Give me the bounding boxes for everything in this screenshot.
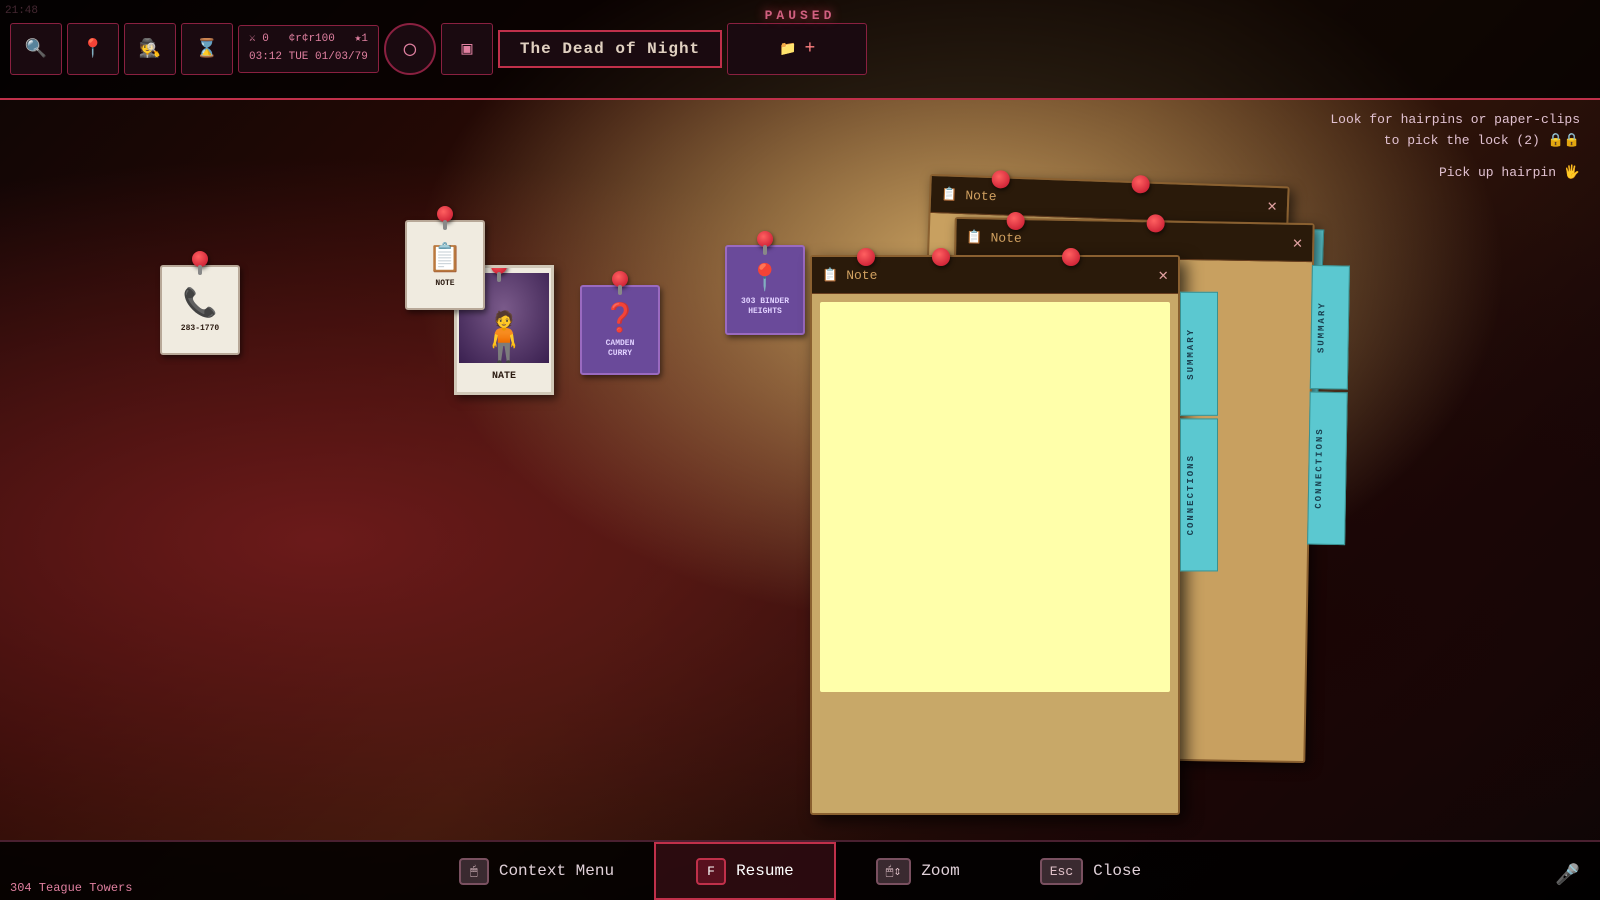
location-text: 304 Teague Towers — [10, 881, 132, 895]
binder-card: 📍 303 BinderHeights — [725, 245, 805, 335]
stat-block: ⚔ 0 ¢r¢r100 ★1 03:12 TUE 01/03/79 — [238, 25, 379, 72]
summary-tab-back1[interactable]: SUMMARY — [1310, 265, 1350, 389]
connections-tab-front[interactable]: CONNECTIONS — [1180, 418, 1218, 571]
binder-icon: 📍 — [749, 263, 781, 294]
key-context-icon: 🖱 — [459, 858, 489, 885]
summary-tab-front[interactable]: SUMMARY — [1180, 292, 1218, 416]
camden-label: CamdenCurry — [603, 339, 638, 358]
camden-node[interactable]: ❓ CamdenCurry — [575, 285, 665, 395]
note-close-back2[interactable]: ✕ — [1267, 196, 1277, 216]
note-close-front[interactable]: ✕ — [1158, 265, 1168, 285]
toolbar: PAUSED 🔍 📍 🕵 ⌛ ⚔ 0 ¢r¢r100 ★1 03:12 TUE … — [0, 0, 1600, 100]
phone-card: 📞 283-1770 — [160, 265, 240, 355]
paused-text: PAUSED — [765, 8, 836, 23]
note-title-back2: Note — [965, 188, 997, 204]
note-icon-back1: 📋 — [966, 230, 982, 245]
note-close-back1[interactable]: ✕ — [1293, 233, 1303, 253]
string-lines — [0, 100, 300, 250]
note1-icon: 📋 — [428, 241, 463, 276]
folder-plus-icon: + — [804, 39, 815, 59]
note1-node[interactable]: 📋 Note — [400, 220, 490, 330]
phone-node[interactable]: 📞 283-1770 — [155, 265, 245, 375]
key-zoom-icon: 🖱⇕ — [876, 858, 912, 885]
camden-card: ❓ CamdenCurry — [580, 285, 660, 375]
pushpin-phone — [192, 251, 208, 267]
key-resume-icon: F — [696, 858, 726, 885]
note-title-front: Note — [846, 268, 877, 283]
note-yellow-content[interactable] — [820, 302, 1170, 692]
pushpin-camden — [612, 271, 628, 287]
phone-icon: 📞 — [183, 286, 218, 321]
binder-node[interactable]: 📍 303 BinderHeights — [720, 245, 810, 355]
folder-button[interactable]: 📁 + — [727, 23, 867, 75]
cork-board: 📞 283-1770 🧍 Nate 📋 Note ❓ CamdenCurry 📍… — [0, 100, 1600, 840]
pushpin-front-c — [1062, 248, 1080, 266]
pushpin-note1 — [437, 206, 453, 222]
note-front-tabs: SUMMARY CONNECTIONS — [1180, 292, 1218, 571]
pushpin-binder — [757, 231, 773, 247]
pushpin-front-a — [857, 248, 875, 266]
map-button[interactable]: 📍 — [67, 23, 119, 75]
camden-icon: ❓ — [603, 301, 638, 336]
microphone-icon: 🎤 — [1555, 862, 1580, 888]
note-back1-tabs: SUMMARY CONNECTIONS — [1307, 265, 1350, 545]
close-button[interactable]: Esc Close — [1000, 842, 1181, 900]
note-panel-front[interactable]: 📋 Note ✕ SUMMARY CONNECTIONS — [810, 255, 1180, 815]
context-menu-label: Context Menu — [499, 862, 614, 880]
note-title-back1: Note — [990, 230, 1021, 246]
pushpin-front-b — [932, 248, 950, 266]
quest-title: The Dead of Night — [498, 30, 722, 68]
circle-button[interactable]: ◯ — [384, 23, 436, 75]
square-button[interactable]: ▣ — [441, 23, 493, 75]
key-close-icon: Esc — [1040, 858, 1083, 885]
close-label: Close — [1093, 862, 1141, 880]
note1-label: Note — [432, 279, 457, 289]
context-menu-button[interactable]: 🖱 Context Menu — [419, 842, 654, 900]
zoom-label: Zoom — [921, 862, 959, 880]
note1-card: 📋 Note — [405, 220, 485, 310]
bottom-bar: 🖱 Context Menu F Resume 🖱⇕ Zoom Esc Clos… — [0, 840, 1600, 900]
resume-button[interactable]: F Resume — [654, 842, 836, 900]
phone-label: 283-1770 — [178, 324, 222, 334]
hourglass-button[interactable]: ⌛ — [181, 23, 233, 75]
search-button[interactable]: 🔍 — [10, 23, 62, 75]
note-icon-front: 📋 — [822, 268, 838, 283]
detective-button[interactable]: 🕵 — [124, 23, 176, 75]
note-icon-back2: 📋 — [941, 187, 958, 203]
resume-label: Resume — [736, 862, 794, 880]
nate-label: Nate — [489, 368, 519, 385]
binder-label: 303 BinderHeights — [738, 297, 792, 316]
connections-tab-back1[interactable]: CONNECTIONS — [1307, 391, 1348, 545]
folder-icon: 📁 — [779, 41, 796, 58]
zoom-button[interactable]: 🖱⇕ Zoom — [836, 842, 1000, 900]
